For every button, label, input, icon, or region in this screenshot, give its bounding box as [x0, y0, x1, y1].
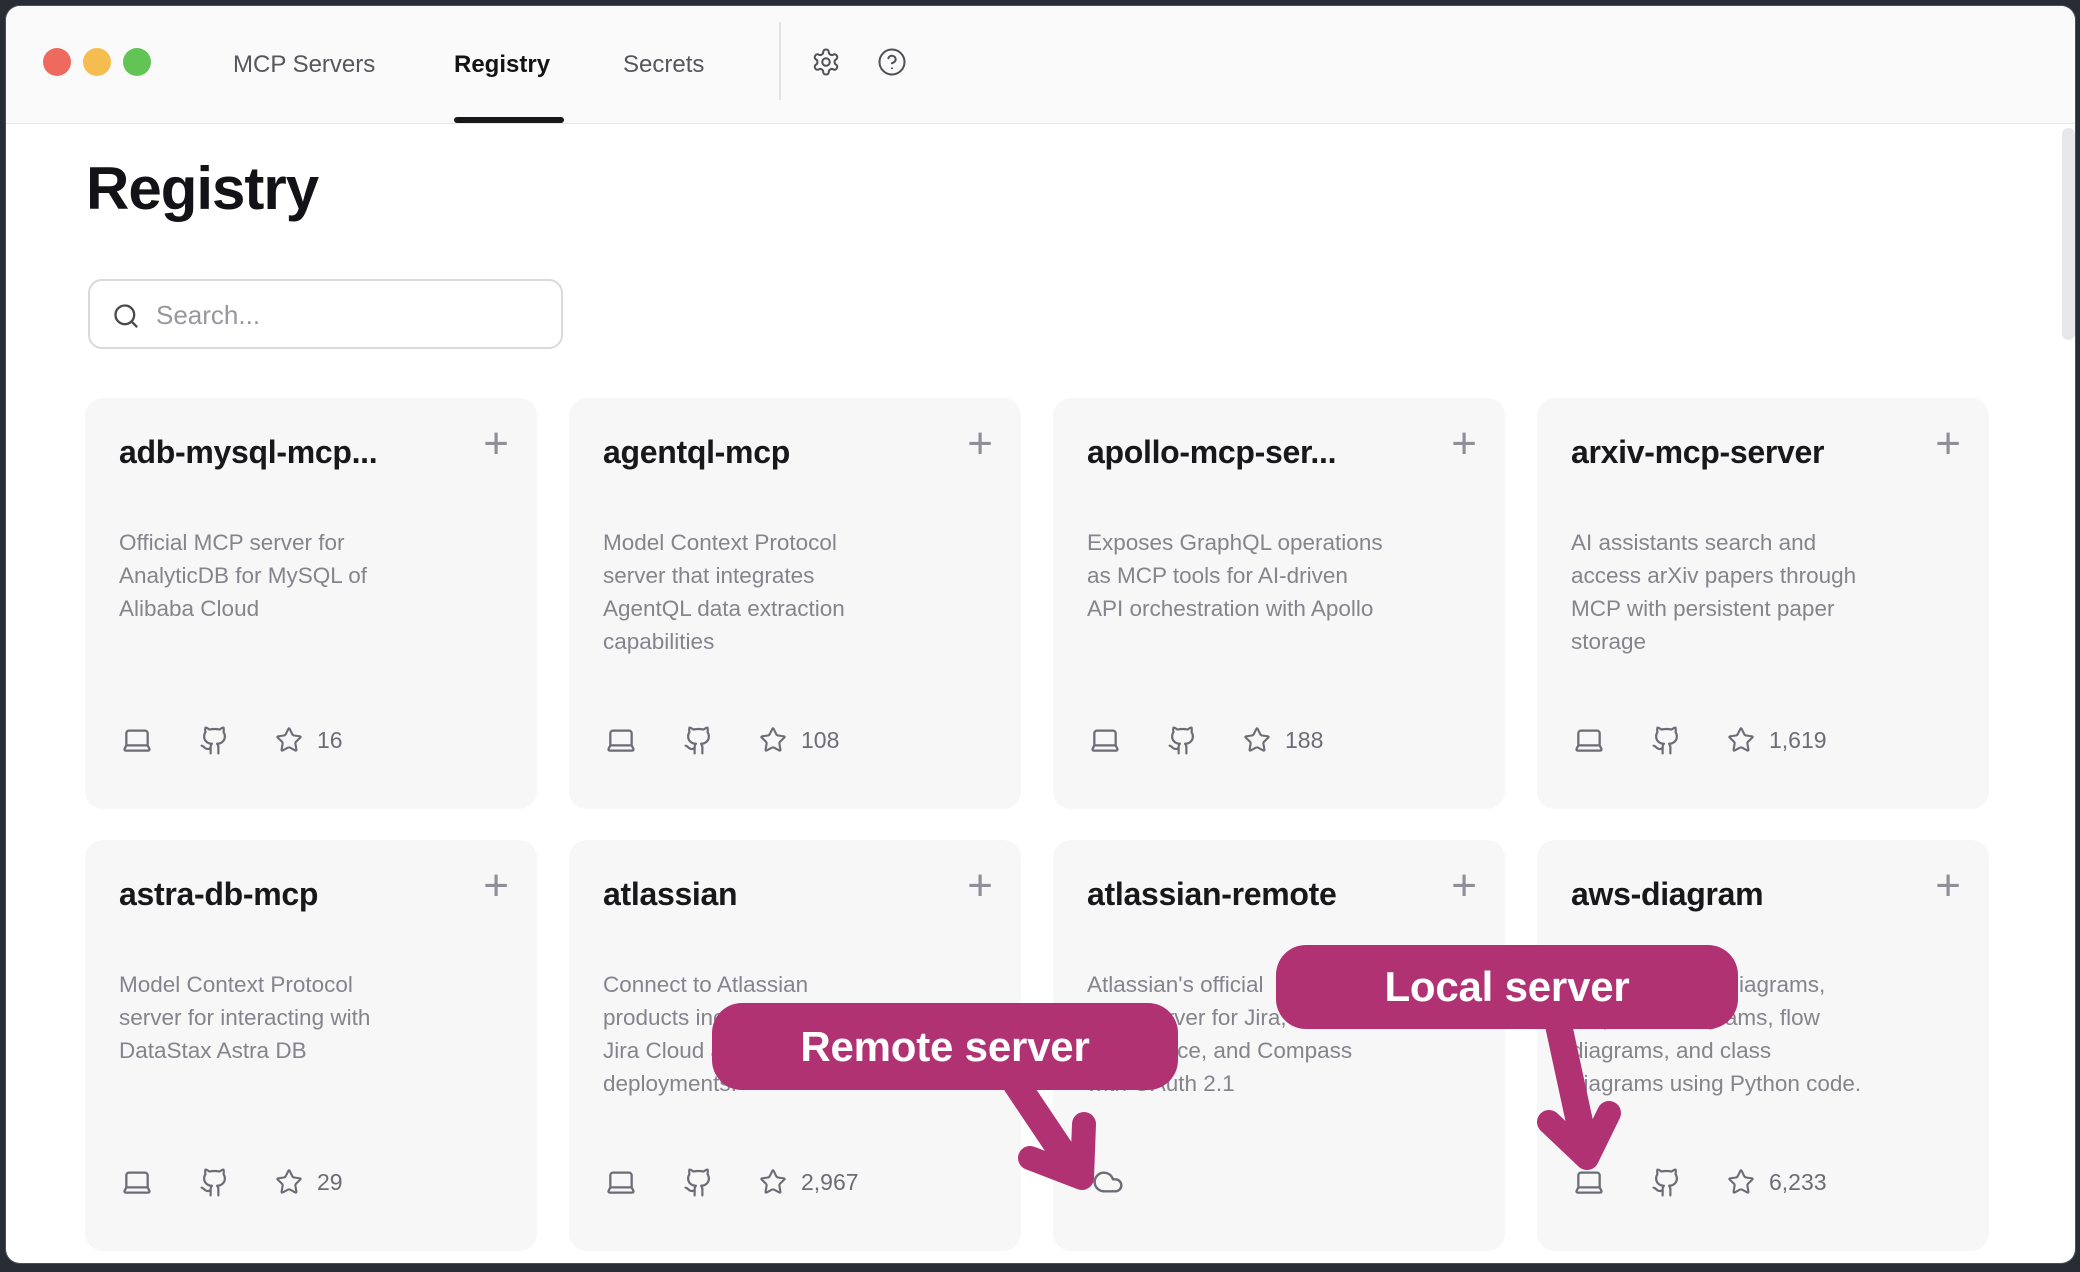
search-icon [112, 302, 140, 330]
star-icon [1727, 1168, 1755, 1196]
server-card-astra-db-mcp[interactable]: astra-db-mcp + Model Context Protocolser… [85, 840, 537, 1251]
laptop-icon [1089, 724, 1121, 756]
github-icon[interactable] [1651, 1167, 1682, 1198]
add-server-icon[interactable]: + [483, 422, 509, 466]
server-name: arxiv-mcp-server [1571, 434, 1824, 471]
cloud-icon [1089, 1166, 1127, 1198]
tab-registry[interactable]: Registry [454, 6, 550, 123]
titlebar: MCP Servers Registry Secrets [6, 6, 2075, 124]
app-window: MCP Servers Registry Secrets Registry ad… [6, 6, 2075, 1263]
card-footer: 108 [605, 722, 839, 758]
close-window-button[interactable] [43, 48, 71, 76]
star-count: 29 [317, 1169, 343, 1196]
star-icon [1727, 726, 1755, 754]
laptop-icon [605, 724, 637, 756]
page-title: Registry [86, 154, 318, 223]
zoom-window-button[interactable] [123, 48, 151, 76]
github-icon[interactable] [199, 725, 230, 756]
server-name: atlassian [603, 876, 737, 913]
tab-secrets[interactable]: Secrets [623, 6, 704, 123]
titlebar-divider [779, 22, 781, 100]
server-name: atlassian-remote [1087, 876, 1337, 913]
star-count: 188 [1285, 727, 1323, 754]
card-footer: 1,619 [1573, 722, 1827, 758]
star-count: 16 [317, 727, 343, 754]
star-icon [275, 1168, 303, 1196]
server-name: astra-db-mcp [119, 876, 318, 913]
add-server-icon[interactable]: + [483, 864, 509, 908]
laptop-icon [605, 1166, 637, 1198]
star-icon [1243, 726, 1271, 754]
add-server-icon[interactable]: + [1935, 864, 1961, 908]
search-input[interactable] [154, 281, 538, 349]
local-server-callout: Local server [1276, 945, 1738, 1029]
card-footer: 188 [1089, 722, 1323, 758]
add-server-icon[interactable]: + [967, 422, 993, 466]
server-name: agentql-mcp [603, 434, 790, 471]
card-footer: 29 [121, 1164, 343, 1200]
laptop-icon [1573, 1166, 1605, 1198]
star-icon [759, 726, 787, 754]
card-footer [1089, 1164, 1127, 1200]
star-count: 6,233 [1769, 1169, 1827, 1196]
server-name: aws-diagram [1571, 876, 1763, 913]
tab-label: MCP Servers [233, 51, 375, 79]
server-name: apollo-mcp-ser... [1087, 434, 1336, 471]
server-description: Model Context Protocolserver that integr… [603, 526, 845, 658]
server-card-adb-mysql-mcp[interactable]: adb-mysql-mcp... + Official MCP server f… [85, 398, 537, 809]
star-count: 108 [801, 727, 839, 754]
server-description: Official MCP server forAnalyticDB for My… [119, 526, 367, 625]
server-description: Exposes GraphQL operationsas MCP tools f… [1087, 526, 1383, 625]
card-footer: 2,967 [605, 1164, 859, 1200]
github-icon[interactable] [1651, 725, 1682, 756]
tab-mcp-servers[interactable]: MCP Servers [233, 6, 375, 123]
active-tab-underline [454, 117, 564, 123]
github-icon[interactable] [1167, 725, 1198, 756]
help-icon[interactable] [877, 47, 907, 77]
card-footer: 16 [121, 722, 343, 758]
scrollbar-thumb[interactable] [2062, 128, 2075, 340]
star-count: 2,967 [801, 1169, 859, 1196]
server-card-arxiv-mcp-server[interactable]: arxiv-mcp-server + AI assistants search … [1537, 398, 1989, 809]
laptop-icon [121, 724, 153, 756]
server-card-apollo-mcp-server[interactable]: apollo-mcp-ser... + Exposes GraphQL oper… [1053, 398, 1505, 809]
tab-label: Registry [454, 51, 550, 79]
card-footer: 6,233 [1573, 1164, 1827, 1200]
server-description: AI assistants search andaccess arXiv pap… [1571, 526, 1856, 658]
desktop-background: MCP Servers Registry Secrets Registry ad… [0, 0, 2080, 1272]
local-server-label: Local server [1384, 963, 1629, 1011]
laptop-icon [1573, 724, 1605, 756]
search-box[interactable] [88, 279, 563, 349]
server-card-agentql-mcp[interactable]: agentql-mcp + Model Context Protocolserv… [569, 398, 1021, 809]
add-server-icon[interactable]: + [1451, 864, 1477, 908]
github-icon[interactable] [683, 1167, 714, 1198]
minimize-window-button[interactable] [83, 48, 111, 76]
tab-label: Secrets [623, 51, 704, 79]
add-server-icon[interactable]: + [967, 864, 993, 908]
star-count: 1,619 [1769, 727, 1827, 754]
remote-server-label: Remote server [800, 1023, 1089, 1071]
laptop-icon [121, 1166, 153, 1198]
github-icon[interactable] [199, 1167, 230, 1198]
server-name: adb-mysql-mcp... [119, 434, 377, 471]
settings-gear-icon[interactable] [811, 47, 841, 77]
add-server-icon[interactable]: + [1935, 422, 1961, 466]
server-card-aws-diagram[interactable]: aws-diagram + Generate AWS diagrams,sequ… [1537, 840, 1989, 1251]
remote-server-callout: Remote server [712, 1003, 1178, 1090]
github-icon[interactable] [683, 725, 714, 756]
server-description: Model Context Protocolserver for interac… [119, 968, 370, 1067]
add-server-icon[interactable]: + [1451, 422, 1477, 466]
star-icon [275, 726, 303, 754]
star-icon [759, 1168, 787, 1196]
